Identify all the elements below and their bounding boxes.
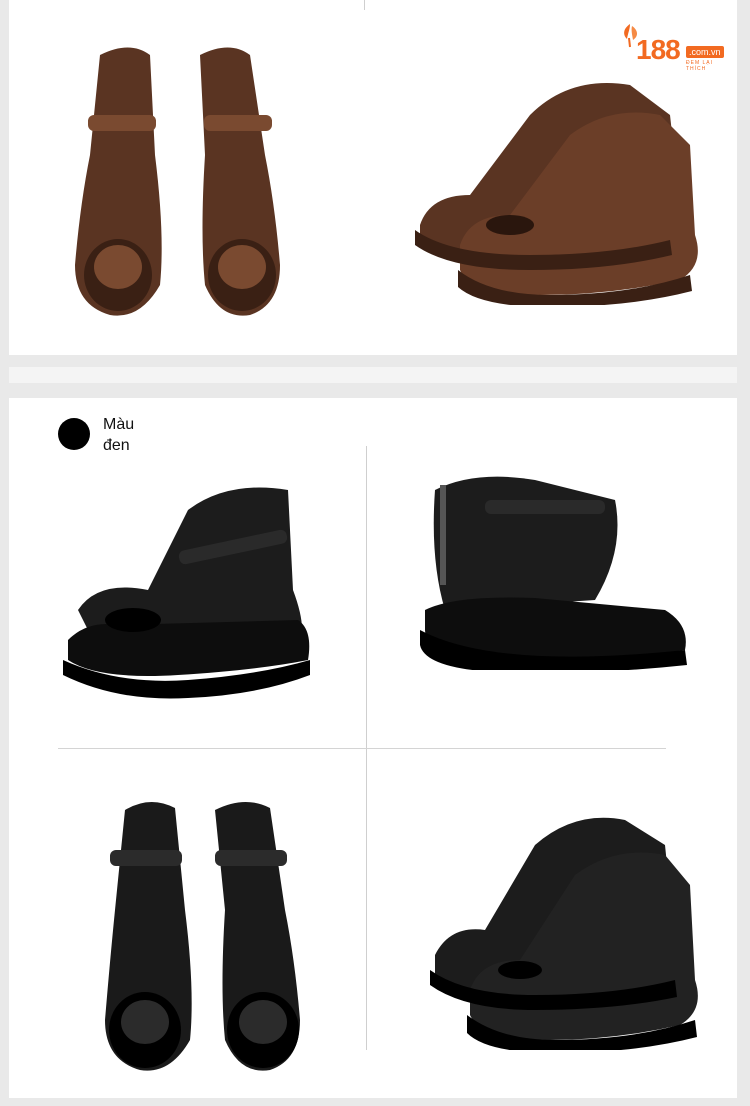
divider-top [364, 0, 365, 10]
section-separator [9, 367, 737, 383]
color-label-line2: đen [103, 437, 130, 454]
color-swatch-black[interactable] [58, 418, 90, 450]
grid-divider-horizontal [58, 748, 666, 749]
color-label: Màu đen [103, 414, 163, 456]
brown-shoes-front-image [75, 47, 280, 316]
grid-divider-vertical-top [366, 446, 367, 751]
grid-divider-vertical-bottom [366, 750, 367, 1050]
black-shoes-side-image [430, 817, 698, 1050]
color-label-line1: Màu [103, 416, 135, 433]
brown-shoes-side-image [415, 83, 698, 305]
black-shoes-front-image [105, 801, 300, 1071]
black-shoe-back-image [420, 476, 687, 670]
black-shoe-side-image [63, 487, 310, 699]
